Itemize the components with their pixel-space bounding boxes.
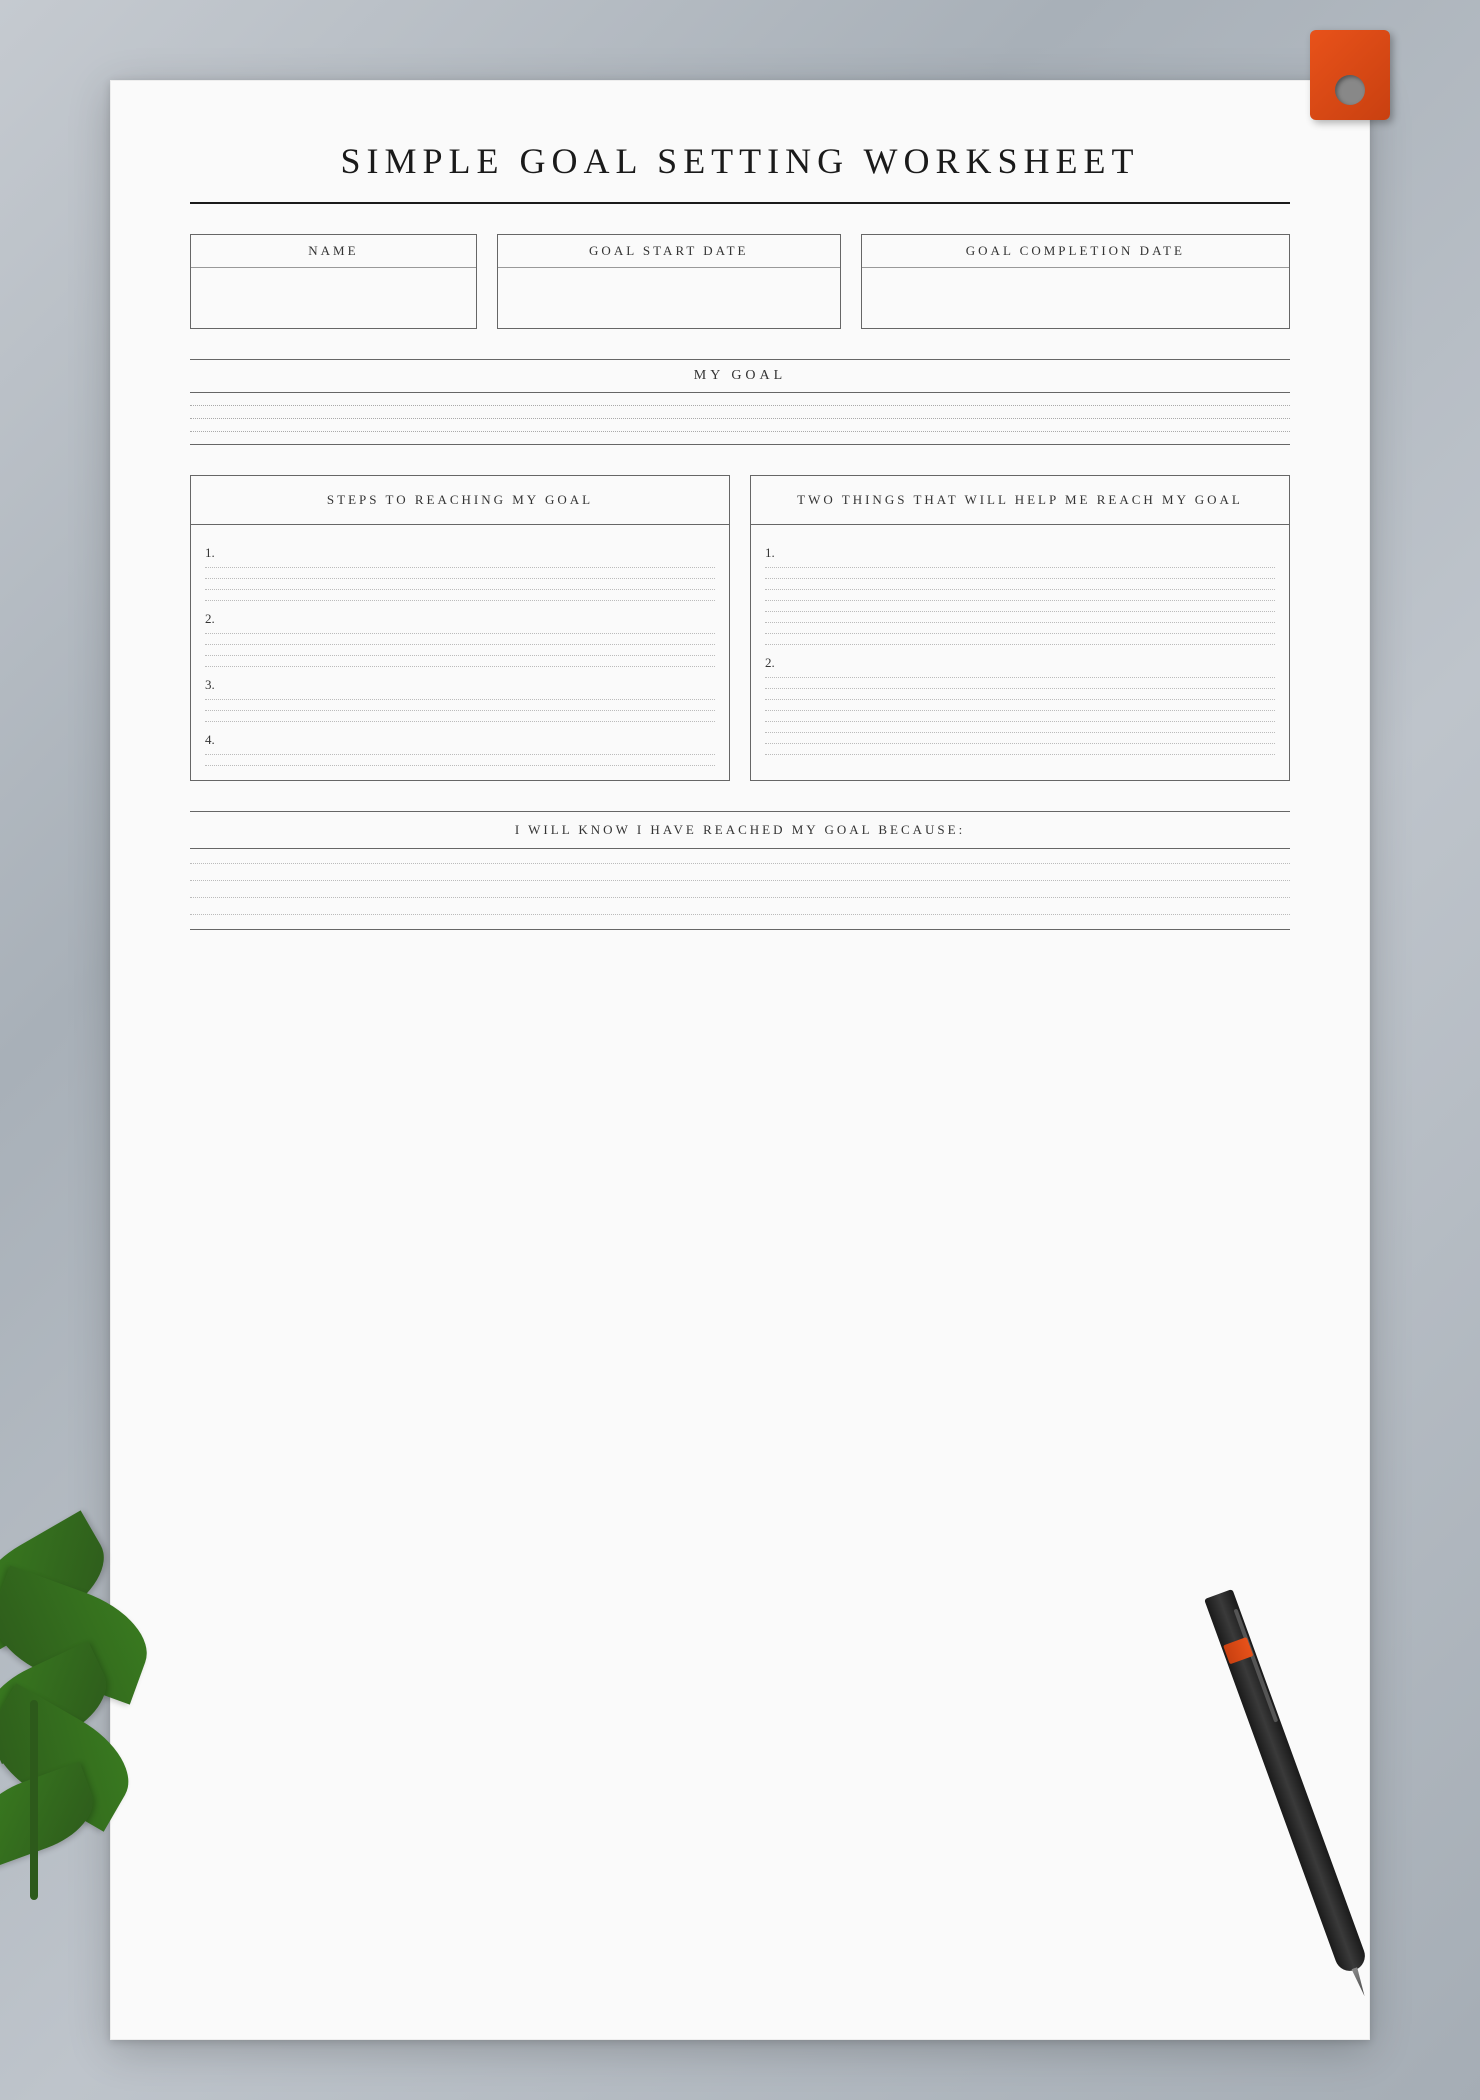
step-item-4: 4. [205, 732, 715, 766]
worksheet-title: SIMPLE GOAL SETTING WORKSHEET [190, 140, 1290, 182]
goal-line-2 [190, 418, 1290, 419]
goal-section-bottom [190, 444, 1290, 445]
worksheet-paper: SIMPLE GOAL SETTING WORKSHEET NAME GOAL … [110, 80, 1370, 2040]
goal-line-3 [190, 431, 1290, 432]
steps-content: 1. 2. [191, 525, 729, 780]
two-things-column: TWO THINGS THAT WILL HELP ME REACH MY GO… [750, 475, 1290, 781]
start-date-field-box: GOAL START DATE [497, 234, 841, 329]
two-col-section: STEPS TO REACHING MY GOAL 1. 2. [190, 475, 1290, 781]
completion-date-field-box: GOAL COMPLETION DATE [861, 234, 1290, 329]
step-3-lines [205, 699, 715, 722]
fields-row: NAME GOAL START DATE GOAL COMPLETION DAT… [190, 234, 1290, 329]
step-number-3: 3. [205, 677, 715, 693]
step-2-lines [205, 633, 715, 667]
thing-number-1: 1. [765, 545, 1275, 561]
step-item-3: 3. [205, 677, 715, 722]
start-date-input-area[interactable] [498, 268, 840, 328]
steps-column: STEPS TO REACHING MY GOAL 1. 2. [190, 475, 730, 781]
name-input-area[interactable] [191, 268, 476, 328]
step-1-lines [205, 567, 715, 601]
name-field-box: NAME [190, 234, 477, 329]
thing-2-lines [765, 677, 1275, 755]
completion-date-label: GOAL COMPLETION DATE [862, 235, 1289, 268]
name-label: NAME [191, 235, 476, 268]
step-number-2: 2. [205, 611, 715, 627]
goal-line-1 [190, 405, 1290, 406]
thing-1-lines [765, 567, 1275, 645]
title-divider [190, 202, 1290, 204]
bottom-section: I WILL KNOW I HAVE REACHED MY GOAL BECAU… [190, 811, 1290, 930]
thing-item-2: 2. [765, 655, 1275, 755]
step-4-lines [205, 754, 715, 766]
my-goal-header: MY GOAL [190, 359, 1290, 393]
bottom-lines [190, 863, 1290, 915]
thing-number-2: 2. [765, 655, 1275, 671]
start-date-label: GOAL START DATE [498, 235, 840, 268]
steps-header: STEPS TO REACHING MY GOAL [191, 476, 729, 525]
my-goal-section: MY GOAL [190, 359, 1290, 445]
completion-date-input-area[interactable] [862, 268, 1289, 328]
thing-item-1: 1. [765, 545, 1275, 645]
step-item-2: 2. [205, 611, 715, 667]
step-item-1: 1. [205, 545, 715, 601]
two-things-header: TWO THINGS THAT WILL HELP ME REACH MY GO… [751, 476, 1289, 525]
two-things-content: 1. 2. [751, 525, 1289, 769]
plant-decoration [0, 1550, 170, 1900]
step-number-4: 4. [205, 732, 715, 748]
step-number-1: 1. [205, 545, 715, 561]
pencil-sharpener-decoration [1300, 10, 1400, 130]
bottom-final-line [190, 929, 1290, 930]
bottom-header: I WILL KNOW I HAVE REACHED MY GOAL BECAU… [190, 811, 1290, 849]
